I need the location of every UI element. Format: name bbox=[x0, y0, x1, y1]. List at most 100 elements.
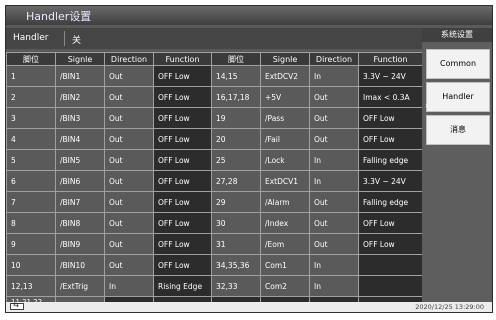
table-cell: OFF Low bbox=[153, 233, 212, 255]
table-cell: Out bbox=[104, 254, 154, 276]
table-cell: OFF Low bbox=[153, 149, 212, 171]
table-cell: 9 bbox=[6, 233, 56, 255]
table-cell: 34,35,36 bbox=[211, 254, 261, 276]
status-datetime: 2020/12/25 13:29:00 bbox=[415, 303, 484, 311]
table-cell: Out bbox=[309, 212, 359, 234]
table-cell: 10 bbox=[6, 254, 56, 276]
table-cell: 25 bbox=[211, 149, 261, 171]
table-cell: 8 bbox=[6, 212, 56, 234]
table-cell: Falling edge bbox=[358, 149, 423, 171]
header-divider bbox=[64, 31, 65, 46]
table-row: 1/BIN1 Out OFF Low 14,15 ExtDCV2 In 3.3V ~ 24V bbox=[6, 65, 423, 87]
table-row: 6/BIN6 Out OFF Low 27,28 ExtDCV1 In 3.3V ~ 24V bbox=[6, 170, 423, 192]
table-row: 3/BIN3 Out OFF Low 19/Pass Out OFF Low bbox=[6, 107, 423, 129]
table-cell: OFF Low bbox=[153, 191, 212, 213]
handler-state-field[interactable]: 关 bbox=[72, 33, 81, 46]
table-cell: In bbox=[309, 275, 359, 297]
table-header-row: 脚位 Signle Direction Function 脚位 Signle Directi… bbox=[6, 52, 423, 66]
table-cell: Out bbox=[309, 128, 359, 150]
table-cell: Com1 bbox=[260, 254, 310, 276]
table-row: 5/BIN5 Out OFF Low 25/Lock In Falling edge bbox=[6, 149, 423, 171]
table-cell: /BIN7 bbox=[55, 191, 105, 213]
column-header: Signle bbox=[55, 52, 105, 66]
table-cell: OFF Low bbox=[358, 233, 423, 255]
table-cell: 6 bbox=[6, 170, 56, 192]
table-cell: 14,15 bbox=[211, 65, 261, 87]
table-cell: In bbox=[104, 275, 154, 297]
table-cell: Rising Edge bbox=[153, 275, 212, 297]
table-row: 9/BIN9 Out OFF Low 31/Eom Out OFF Low bbox=[6, 233, 423, 255]
table-cell: /BIN4 bbox=[55, 128, 105, 150]
table-cell: OFF Low bbox=[153, 254, 212, 276]
table-cell: 7 bbox=[6, 191, 56, 213]
table-cell: Falling edge bbox=[358, 191, 423, 213]
table-cell: Out bbox=[104, 65, 154, 87]
table-cell: /BIN6 bbox=[55, 170, 105, 192]
window-title: Handler设置 bbox=[26, 10, 92, 23]
table-cell: 30 bbox=[211, 212, 261, 234]
table-cell: In bbox=[309, 149, 359, 171]
table-cell: Out bbox=[104, 191, 154, 213]
table-cell: 12,13 bbox=[6, 275, 56, 297]
table-cell: 3 bbox=[6, 107, 56, 129]
table-row: 8/BIN8 Out OFF Low 30/Index Out OFF Low bbox=[6, 212, 423, 234]
column-header: 脚位 bbox=[211, 52, 261, 66]
table-cell: /Index bbox=[260, 212, 310, 234]
table-cell: OFF Low bbox=[153, 86, 212, 108]
table-cell: OFF Low bbox=[358, 107, 423, 129]
table-cell: Out bbox=[104, 170, 154, 192]
table-cell: Out bbox=[104, 233, 154, 255]
table-cell: 4 bbox=[6, 128, 56, 150]
table-cell: /Lock bbox=[260, 149, 310, 171]
table-cell: 29 bbox=[211, 191, 261, 213]
table-row: 4/BIN4 Out OFF Low 20/Fail Out OFF Low bbox=[6, 128, 423, 150]
table-cell: OFF Low bbox=[153, 128, 212, 150]
table-cell: /BIN8 bbox=[55, 212, 105, 234]
table-cell: /Eom bbox=[260, 233, 310, 255]
table-cell: Com2 bbox=[260, 275, 310, 297]
table-cell: 27,28 bbox=[211, 170, 261, 192]
table-cell: In bbox=[309, 170, 359, 192]
table-cell: /BIN2 bbox=[55, 86, 105, 108]
table-cell: /BIN5 bbox=[55, 149, 105, 171]
table-cell: 32,33 bbox=[211, 275, 261, 297]
column-header: Signle bbox=[260, 52, 310, 66]
table-cell: Out bbox=[309, 86, 359, 108]
side-panel: 系统设置 Common › Handler 消息 bbox=[422, 28, 492, 302]
handler-button-label: Handler bbox=[442, 92, 474, 101]
table-cell: /Pass bbox=[260, 107, 310, 129]
table-cell: In bbox=[309, 65, 359, 87]
handler-button[interactable]: › Handler bbox=[425, 82, 490, 112]
table-cell: 31 bbox=[211, 233, 261, 255]
table-cell: OFF Low bbox=[153, 65, 212, 87]
table-cell: ExtDCV2 bbox=[260, 65, 310, 87]
table-cell: 1 bbox=[6, 65, 56, 87]
status-bar: ⇆ 2020/12/25 13:29:00 bbox=[6, 301, 492, 312]
handler-pin-table: 脚位 Signle Direction Function 脚位 Signle Directi… bbox=[6, 52, 423, 312]
screen: Handler设置 Handler 关 脚位 Signle Direction Fun… bbox=[5, 5, 493, 313]
table-cell: 16,17,18 bbox=[211, 86, 261, 108]
table-cell: OFF Low bbox=[153, 107, 212, 129]
table-cell bbox=[358, 275, 423, 297]
table-cell: Out bbox=[104, 107, 154, 129]
table-cell: /Fail bbox=[260, 128, 310, 150]
table-cell: 3.3V ~ 24V bbox=[358, 65, 423, 87]
table-cell: 20 bbox=[211, 128, 261, 150]
table-cell: OFF Low bbox=[358, 128, 423, 150]
table-cell: +5V bbox=[260, 86, 310, 108]
table-cell: 2 bbox=[6, 86, 56, 108]
handler-header: Handler 关 bbox=[6, 28, 422, 49]
table-cell: Out bbox=[104, 149, 154, 171]
column-header: Function bbox=[153, 52, 212, 66]
title-bar: Handler设置 bbox=[6, 6, 492, 25]
message-button[interactable]: 消息 bbox=[426, 115, 490, 145]
side-panel-title: 系统设置 bbox=[422, 28, 492, 42]
table-cell: In bbox=[309, 254, 359, 276]
common-button[interactable]: Common bbox=[426, 49, 490, 79]
column-header: Direction bbox=[309, 52, 359, 66]
column-header: 脚位 bbox=[6, 52, 56, 66]
table-cell: Out bbox=[104, 128, 154, 150]
table-cell: Out bbox=[104, 86, 154, 108]
table-cell: Out bbox=[104, 212, 154, 234]
table-row: 7/BIN7 Out OFF Low 29/Alarm Out Falling edge bbox=[6, 191, 423, 213]
